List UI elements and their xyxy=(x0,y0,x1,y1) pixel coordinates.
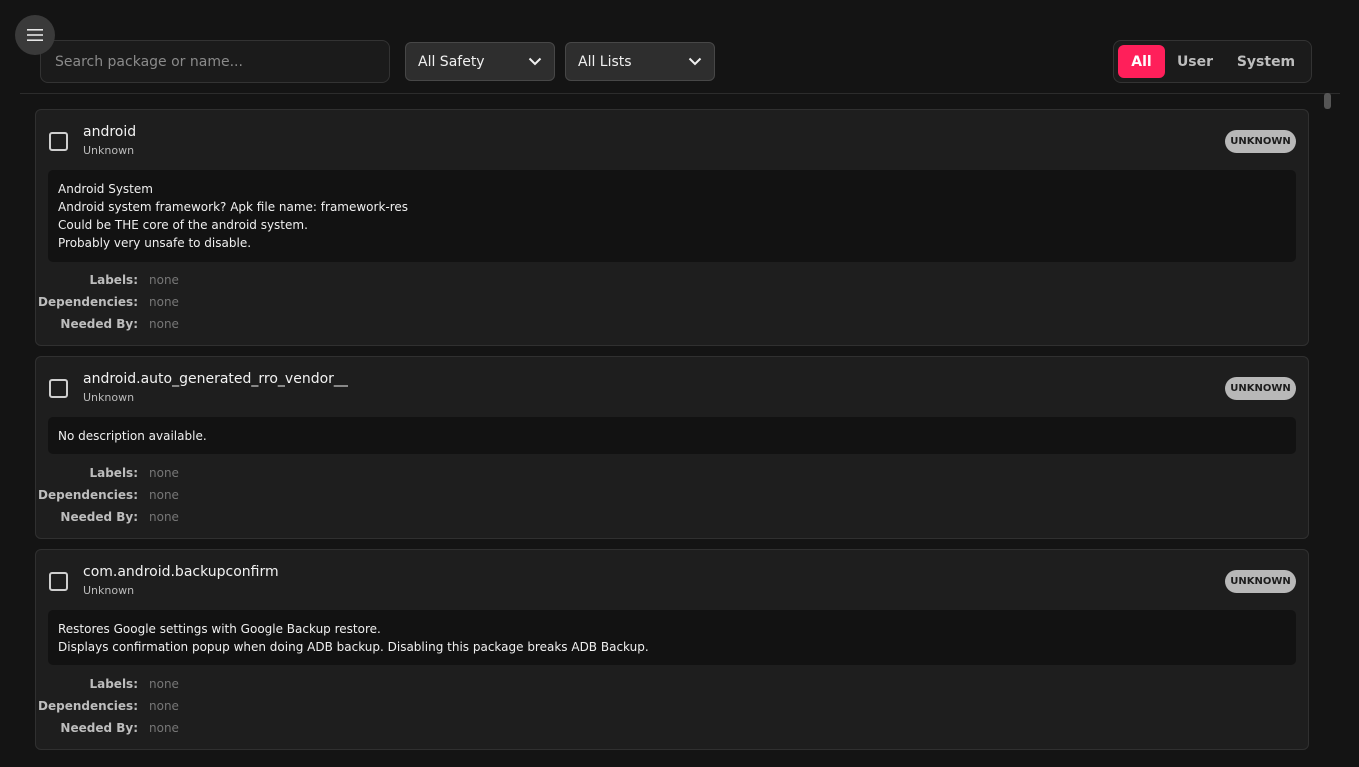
labels-key: Labels: xyxy=(89,466,138,480)
dependencies-value: none xyxy=(149,699,179,713)
description-line: Android System xyxy=(58,182,153,196)
package-name: android xyxy=(83,124,137,140)
select-checkbox[interactable] xyxy=(49,572,68,591)
needed-by-value: none xyxy=(149,510,179,524)
safety-badge: UNKNOWN xyxy=(1225,570,1296,593)
select-checkbox[interactable] xyxy=(49,132,68,151)
labels-key: Labels: xyxy=(89,273,138,287)
package-type-filter: All User System xyxy=(1113,40,1312,83)
description-line: Restores Google settings with Google Bac… xyxy=(58,622,381,636)
package-meta: Labels: none Dependencies: none Needed By:… xyxy=(36,269,179,335)
package-list: android Unknown UNKNOWN Android System A… xyxy=(35,109,1309,760)
dependencies-key: Dependencies: xyxy=(38,488,138,502)
package-card: android.auto_generated_rro_vendor__ Unkn… xyxy=(35,356,1309,539)
labels-value: none xyxy=(149,677,179,691)
package-description: Restores Google settings with Google Bac… xyxy=(48,610,1296,665)
package-description: No description available. xyxy=(48,417,1296,454)
package-name: com.android.backupconfirm xyxy=(83,564,279,580)
menu-button[interactable] xyxy=(15,15,55,55)
needed-by-key: Needed By: xyxy=(60,510,138,524)
package-subtitle: Unknown xyxy=(83,584,135,597)
needed-by-value: none xyxy=(149,721,179,735)
safety-select-value: All Safety xyxy=(418,53,485,70)
needed-by-key: Needed By: xyxy=(60,317,138,331)
filter-all-button[interactable]: All xyxy=(1118,45,1165,78)
description-line: Probably very unsafe to disable. xyxy=(58,236,252,250)
chevron-down-icon xyxy=(688,57,702,66)
search-input[interactable] xyxy=(40,40,390,83)
package-name: android.auto_generated_rro_vendor__ xyxy=(83,371,348,387)
package-subtitle: Unknown xyxy=(83,391,135,404)
needed-by-key: Needed By: xyxy=(60,721,138,735)
package-meta: Labels: none Dependencies: none Needed By:… xyxy=(36,462,179,528)
labels-key: Labels: xyxy=(89,677,138,691)
labels-value: none xyxy=(149,466,179,480)
safety-badge: UNKNOWN xyxy=(1225,130,1296,153)
labels-value: none xyxy=(149,273,179,287)
filter-system-button[interactable]: System xyxy=(1225,45,1307,78)
filter-user-button[interactable]: User xyxy=(1165,45,1225,78)
safety-select[interactable]: All Safety xyxy=(405,42,555,81)
dependencies-key: Dependencies: xyxy=(38,295,138,309)
package-description: Android System Android system framework?… xyxy=(48,170,1296,262)
scrollbar-thumb[interactable] xyxy=(1324,93,1331,109)
lists-select-value: All Lists xyxy=(578,53,632,70)
toolbar: All Safety All Lists All User System xyxy=(20,0,1340,94)
package-card: android Unknown UNKNOWN Android System A… xyxy=(35,109,1309,346)
description-line: Android system framework? Apk file name:… xyxy=(58,200,409,214)
description-line: No description available. xyxy=(58,429,207,443)
hamburger-menu-icon xyxy=(27,29,43,41)
package-card: com.android.backupconfirm Unknown UNKNOW… xyxy=(35,549,1309,750)
package-meta: Labels: none Dependencies: none Needed By:… xyxy=(36,673,179,739)
lists-select[interactable]: All Lists xyxy=(565,42,715,81)
dependencies-value: none xyxy=(149,488,179,502)
description-line: Displays confirmation popup when doing A… xyxy=(58,640,649,654)
package-subtitle: Unknown xyxy=(83,144,135,157)
needed-by-value: none xyxy=(149,317,179,331)
chevron-down-icon xyxy=(528,57,542,66)
safety-badge: UNKNOWN xyxy=(1225,377,1296,400)
dependencies-value: none xyxy=(149,295,179,309)
description-line: Could be THE core of the android system. xyxy=(58,218,308,232)
select-checkbox[interactable] xyxy=(49,379,68,398)
dependencies-key: Dependencies: xyxy=(38,699,138,713)
